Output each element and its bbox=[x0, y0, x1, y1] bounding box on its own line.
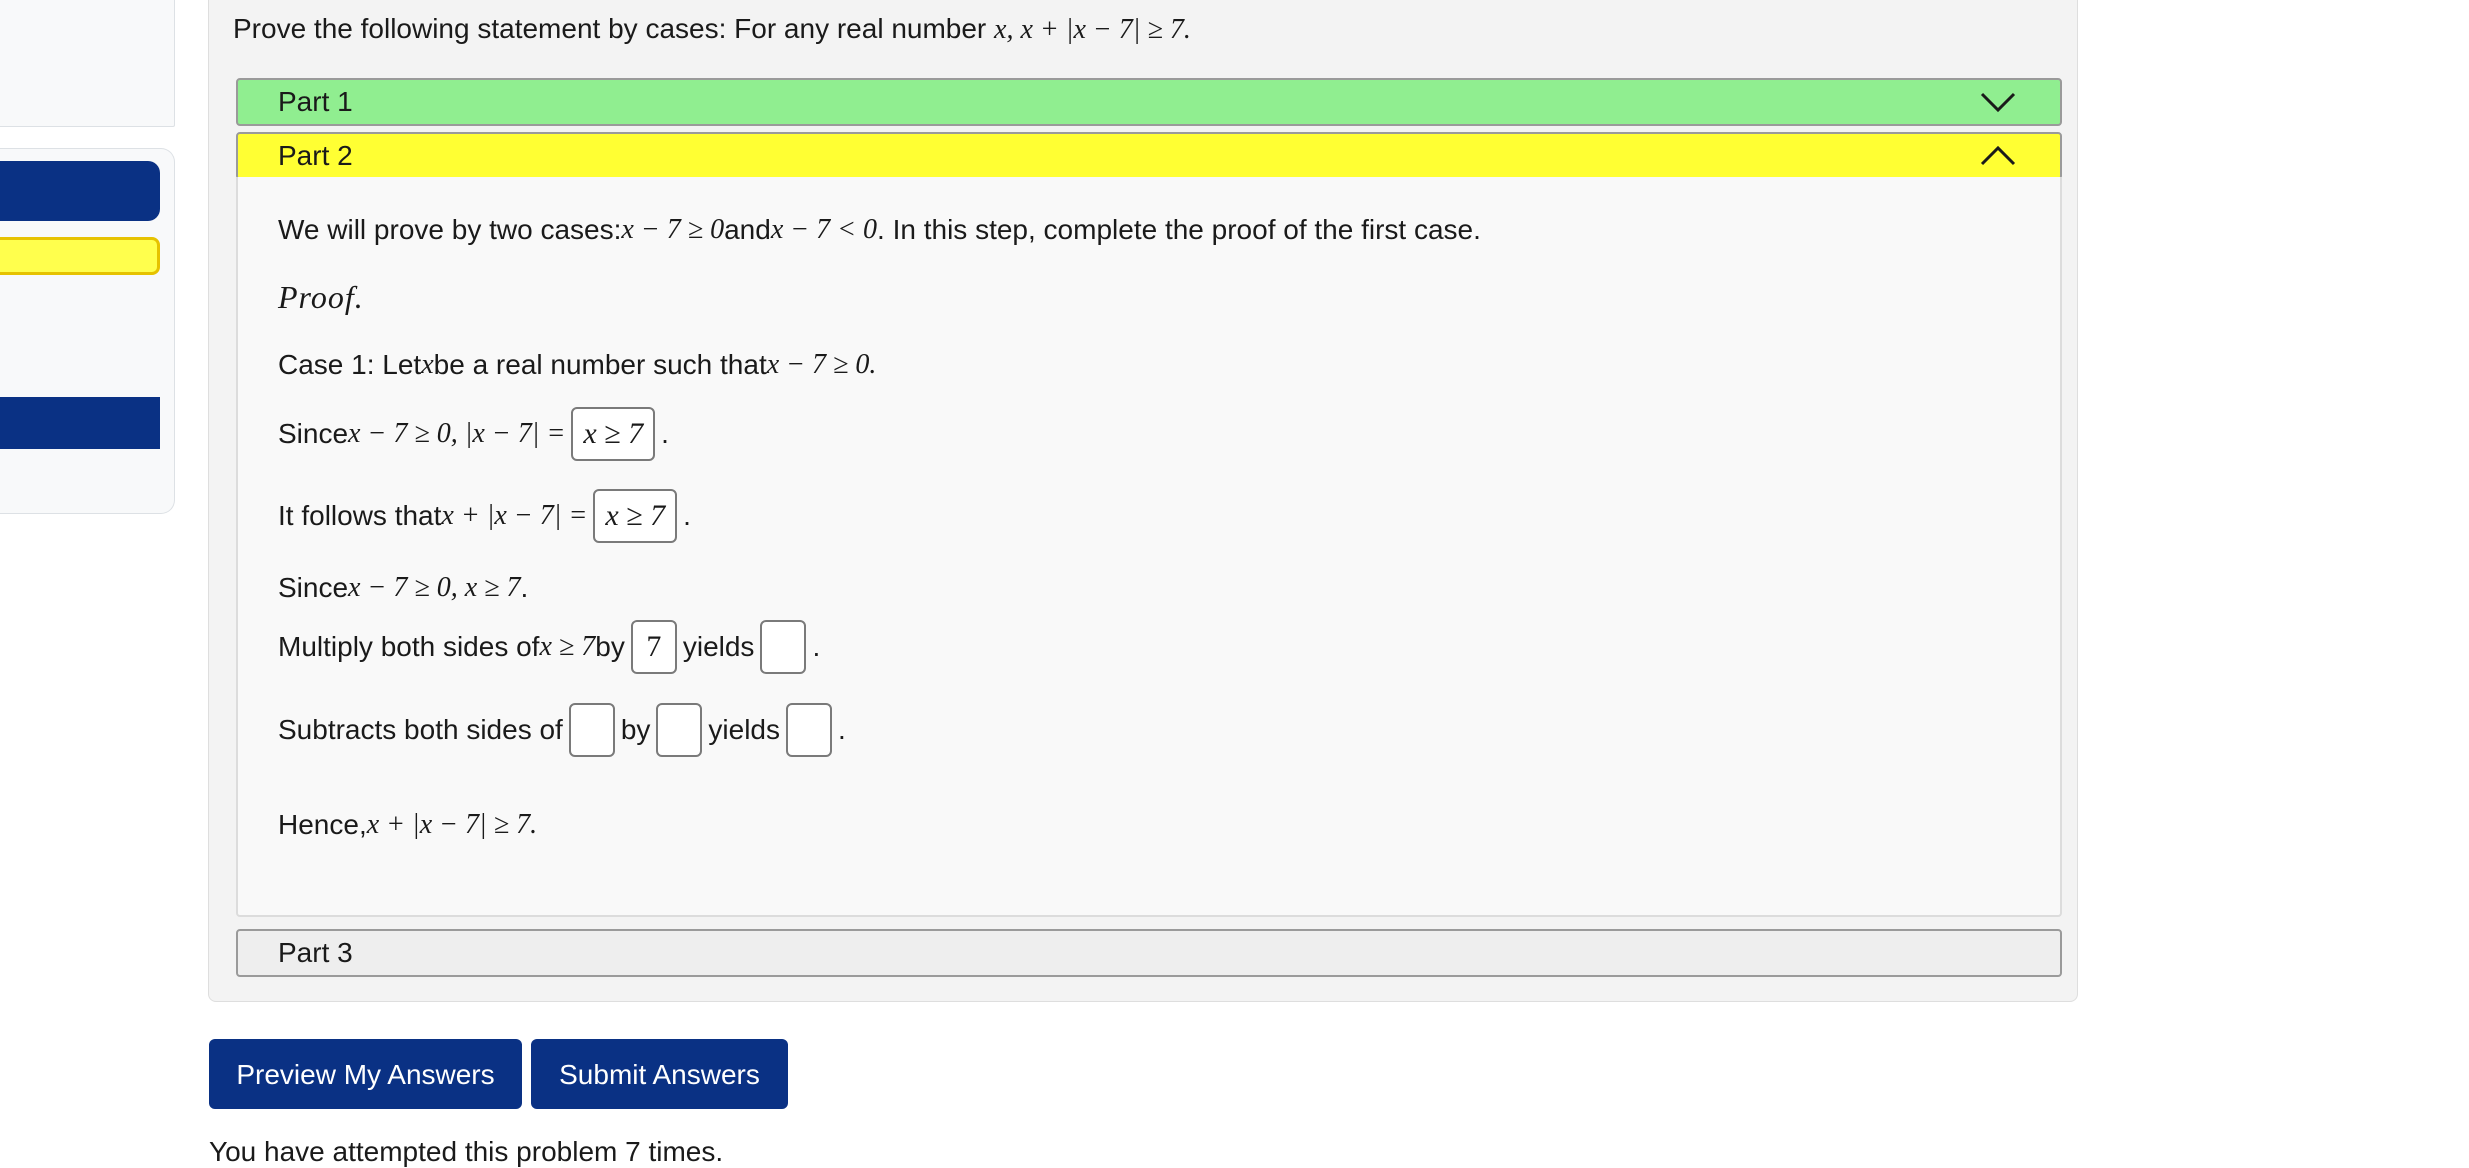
hence-line: Hence, x + |x − 7| ≥ 7. bbox=[278, 809, 537, 841]
sidebar-action-button[interactable] bbox=[0, 397, 160, 449]
part-3-label: Part 3 bbox=[278, 937, 353, 968]
part-1-label: Part 1 bbox=[278, 86, 353, 117]
preview-answers-button[interactable]: Preview My Answers bbox=[209, 1039, 522, 1109]
case1-text: Case 1: Let bbox=[278, 349, 422, 380]
problem-card: Prove the following statement by cases: … bbox=[208, 0, 2078, 1002]
abs-value-answer-field[interactable]: x ≥ 7 bbox=[571, 407, 656, 461]
case1-text-mid: be a real number such that bbox=[433, 349, 767, 380]
multiply-yields-text: yields bbox=[682, 631, 755, 662]
since-x-line: Since x − 7 ≥ 0, x ≥ 7 . bbox=[278, 572, 528, 604]
follows-line: It follows that x + |x − 7| = x ≥ 7. bbox=[278, 489, 691, 543]
hence-math: x + |x − 7| ≥ 7. bbox=[366, 809, 538, 840]
part-2-label: Part 2 bbox=[278, 140, 353, 171]
follows-text: It follows that bbox=[278, 500, 442, 531]
problem-statement: Prove the following statement by cases: … bbox=[233, 13, 1191, 46]
multiply-result-field[interactable] bbox=[760, 620, 807, 674]
case1-math: x − 7 ≥ 0. bbox=[766, 349, 877, 380]
intro-math-case2: x − 7 < 0 bbox=[770, 214, 878, 245]
proof-label: Proof. bbox=[278, 279, 364, 315]
statement-math: x, x + |x − 7| ≥ 7. bbox=[994, 14, 1191, 45]
intro-text-and: and bbox=[724, 214, 771, 245]
since-x-text: Since bbox=[278, 572, 349, 603]
chevron-down-icon bbox=[1980, 92, 2016, 113]
sidebar-nav-button[interactable] bbox=[0, 161, 160, 221]
hence-text: Hence, bbox=[278, 809, 367, 840]
multiply-text: Multiply both sides of bbox=[278, 631, 540, 662]
part-2-body: We will prove by two cases: x − 7 ≥ 0 an… bbox=[236, 177, 2062, 917]
sum-answer: x ≥ 7 bbox=[605, 499, 666, 532]
subtract-first-field[interactable] bbox=[568, 703, 615, 757]
submit-answers-button[interactable]: Submit Answers bbox=[531, 1039, 788, 1109]
case1-math-x: x bbox=[421, 349, 434, 380]
subtract-by-text: by bbox=[620, 714, 651, 745]
intro-text-end: . In this step, complete the proof of th… bbox=[877, 214, 1481, 245]
subtract-result-field[interactable] bbox=[786, 703, 832, 757]
abs-value-answer: x ≥ 7 bbox=[583, 417, 644, 450]
sidebar-top-panel bbox=[0, 0, 175, 127]
subtract-second-field[interactable] bbox=[656, 703, 703, 757]
intro-math-case1: x − 7 ≥ 0 bbox=[621, 214, 725, 245]
multiply-math: x ≥ 7 bbox=[539, 631, 596, 662]
chevron-up-icon bbox=[1980, 145, 2016, 166]
since-x-end: . bbox=[520, 572, 529, 603]
multiply-by-text: by bbox=[595, 631, 625, 662]
since-abs-math: x − 7 ≥ 0, |x − 7| = bbox=[348, 418, 566, 449]
part-2-header[interactable]: Part 2 bbox=[236, 132, 2062, 180]
sum-answer-field[interactable]: x ≥ 7 bbox=[593, 489, 678, 543]
part-1-header[interactable]: Part 1 bbox=[236, 78, 2062, 126]
subtract-text: Subtracts both sides of bbox=[278, 714, 563, 745]
part-3-header[interactable]: Part 3 bbox=[236, 929, 2062, 977]
since-x-math: x − 7 ≥ 0, x ≥ 7 bbox=[348, 572, 521, 603]
since-abs-text: Since bbox=[278, 418, 349, 449]
part-2-intro: We will prove by two cases: x − 7 ≥ 0 an… bbox=[278, 214, 1481, 246]
sidebar-current-problem-button[interactable] bbox=[0, 237, 160, 275]
sidebar-nav-panel bbox=[0, 148, 175, 514]
case1-line: Case 1: Let x be a real number such that… bbox=[278, 349, 876, 381]
since-abs-line: Since x − 7 ≥ 0, |x − 7| = x ≥ 7. bbox=[278, 407, 669, 461]
multiply-line: Multiply both sides of x ≥ 7 by 7 yields… bbox=[278, 620, 820, 674]
attempts-message: You have attempted this problem 7 times. bbox=[209, 1136, 724, 1167]
statement-text: Prove the following statement by cases: … bbox=[233, 13, 995, 44]
subtract-line: Subtracts both sides of by yields . bbox=[278, 703, 846, 757]
follows-math: x + |x − 7| = bbox=[441, 500, 588, 531]
subtract-yields-text: yields bbox=[708, 714, 780, 745]
multiply-factor-field[interactable]: 7 bbox=[630, 620, 677, 674]
intro-text: We will prove by two cases: bbox=[278, 214, 622, 245]
